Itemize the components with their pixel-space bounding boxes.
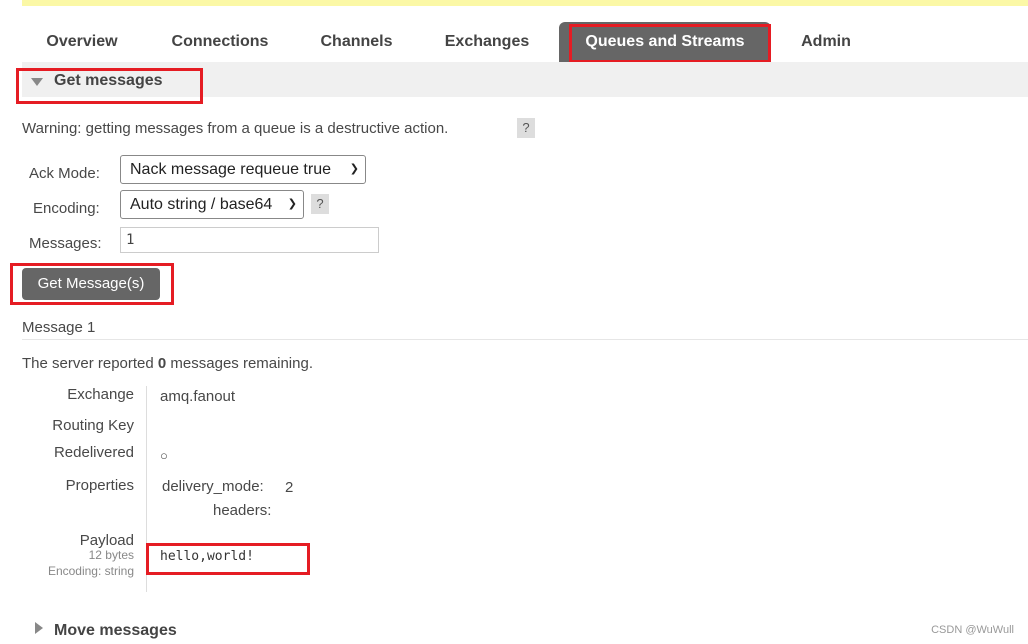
payload-encoding: Encoding: string	[47, 564, 134, 578]
routing-key-label: Routing Key	[52, 417, 134, 434]
detail-divider	[146, 386, 147, 592]
warning-text: Warning: getting messages from a queue i…	[22, 120, 449, 137]
ack-mode-select[interactable]: Nack message requeue true ❯	[120, 155, 366, 184]
tab-admin[interactable]: Admin	[780, 22, 872, 62]
help-icon[interactable]: ?	[517, 118, 535, 138]
get-messages-button[interactable]: Get Message(s)	[22, 268, 160, 300]
encoding-select[interactable]: Auto string / base64 ❯	[120, 190, 304, 219]
encoding-value: Auto string / base64	[130, 196, 273, 213]
prop-delivery-mode-key: delivery_mode:	[162, 478, 264, 495]
watermark: CSDN @WuWull	[931, 624, 1014, 636]
ack-mode-value: Nack message requeue true	[130, 161, 331, 178]
remaining-suffix: messages remaining.	[166, 355, 313, 372]
encoding-label: Encoding:	[33, 200, 100, 217]
tab-exchanges[interactable]: Exchanges	[422, 22, 552, 62]
chevron-down-icon: ❯	[287, 198, 297, 210]
tab-overview[interactable]: Overview	[22, 22, 142, 62]
exchange-value: amq.fanout	[160, 388, 236, 405]
payload-size: 12 bytes	[88, 548, 134, 562]
redelivered-label: Redelivered	[53, 444, 134, 461]
redelivered-value: ○	[160, 448, 168, 463]
remaining-text: The server reported 0 messages remaining…	[22, 355, 313, 372]
collapse-triangle-icon	[31, 78, 43, 86]
tab-channels[interactable]: Channels	[300, 22, 413, 62]
messages-label: Messages:	[29, 235, 102, 252]
message-heading: Message 1	[22, 319, 96, 336]
expand-triangle-icon	[35, 622, 43, 634]
main-tabs: Overview Connections Channels Exchanges …	[22, 22, 1028, 63]
payload-value: hello,world!	[160, 549, 254, 564]
properties-label: Properties	[65, 477, 134, 494]
notice-bar	[22, 0, 1028, 6]
divider	[22, 339, 1028, 340]
section-title: Get messages	[54, 72, 163, 89]
get-messages-header[interactable]: Get messages	[22, 62, 1028, 97]
help-icon[interactable]: ?	[311, 194, 329, 214]
messages-count-input[interactable]: 1	[120, 227, 379, 253]
remaining-prefix: The server reported	[22, 355, 158, 372]
chevron-down-icon: ❯	[349, 163, 359, 175]
remaining-count: 0	[157, 355, 167, 372]
tab-connections[interactable]: Connections	[150, 22, 290, 62]
ack-mode-label: Ack Mode:	[29, 165, 100, 182]
move-messages-header[interactable]: Move messages	[54, 622, 177, 640]
exchange-label: Exchange	[67, 386, 134, 403]
tab-queues-and-streams[interactable]: Queues and Streams	[559, 22, 771, 62]
payload-label: Payload	[79, 532, 134, 549]
prop-delivery-mode-value: 2	[285, 479, 294, 496]
prop-headers-key: headers:	[213, 502, 272, 519]
